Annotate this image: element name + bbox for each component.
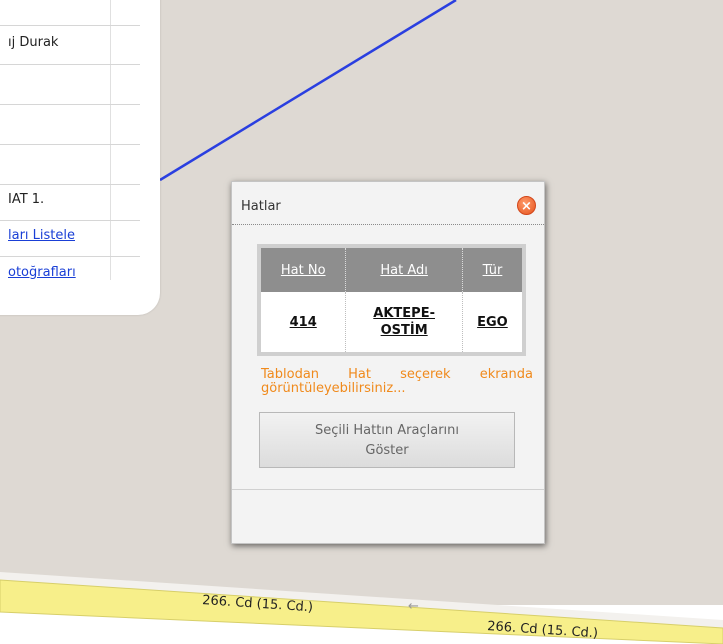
row-divider (0, 104, 140, 105)
cell-line-name-part1: AKTEPE- (373, 306, 435, 321)
lines-table: Hat No Hat Adı Tür 414 AKTEPE- OSTİM EGO (257, 244, 526, 356)
hint-text: Tablodan Hat seçerek ekranda görüntüleye… (261, 367, 533, 396)
show-vehicles-button-label-line1: Seçili Hattın Araçlarını (314, 423, 460, 438)
photos-link[interactable]: otoğrafları (8, 265, 76, 280)
row-divider (0, 144, 140, 145)
lines-popup: Hatlar × Hat No Hat Adı Tür 414 AKTEPE- … (231, 181, 545, 544)
column-header-line-name[interactable]: Hat Adı (345, 248, 463, 292)
route-line (159, 0, 457, 182)
panel-divider (110, 0, 111, 280)
row-divider (0, 220, 140, 221)
road-direction-arrow: ← (408, 599, 419, 614)
cell-line-name[interactable]: AKTEPE- OSTİM (345, 292, 463, 352)
cell-line-no[interactable]: 414 (261, 292, 347, 352)
popup-header: Hatlar × (232, 182, 544, 225)
column-header-type[interactable]: Tür (462, 248, 522, 292)
row-divider (0, 184, 140, 185)
side-info-panel: ıj Durak IAT 1. ları Listele otoğrafları (0, 0, 160, 315)
close-icon[interactable]: × (517, 196, 536, 215)
row-divider (0, 64, 140, 65)
row-divider (0, 25, 140, 26)
show-vehicles-button[interactable]: Seçili Hattın Araçlarını Göster (259, 412, 515, 468)
cell-type[interactable]: EGO (462, 292, 522, 352)
cell-line-name-part2: OSTİM (380, 323, 428, 338)
list-lines-link[interactable]: ları Listele (8, 228, 75, 243)
line-info-text: IAT 1. (8, 192, 45, 207)
show-vehicles-button-label-line2: Göster (365, 443, 409, 458)
popup-footer-divider (232, 489, 544, 490)
table-row[interactable]: 414 AKTEPE- OSTİM EGO (261, 292, 522, 352)
row-divider (0, 256, 140, 257)
popup-title: Hatlar (241, 199, 281, 214)
stop-name-text: ıj Durak (8, 35, 59, 50)
column-header-line-no[interactable]: Hat No (261, 248, 347, 292)
